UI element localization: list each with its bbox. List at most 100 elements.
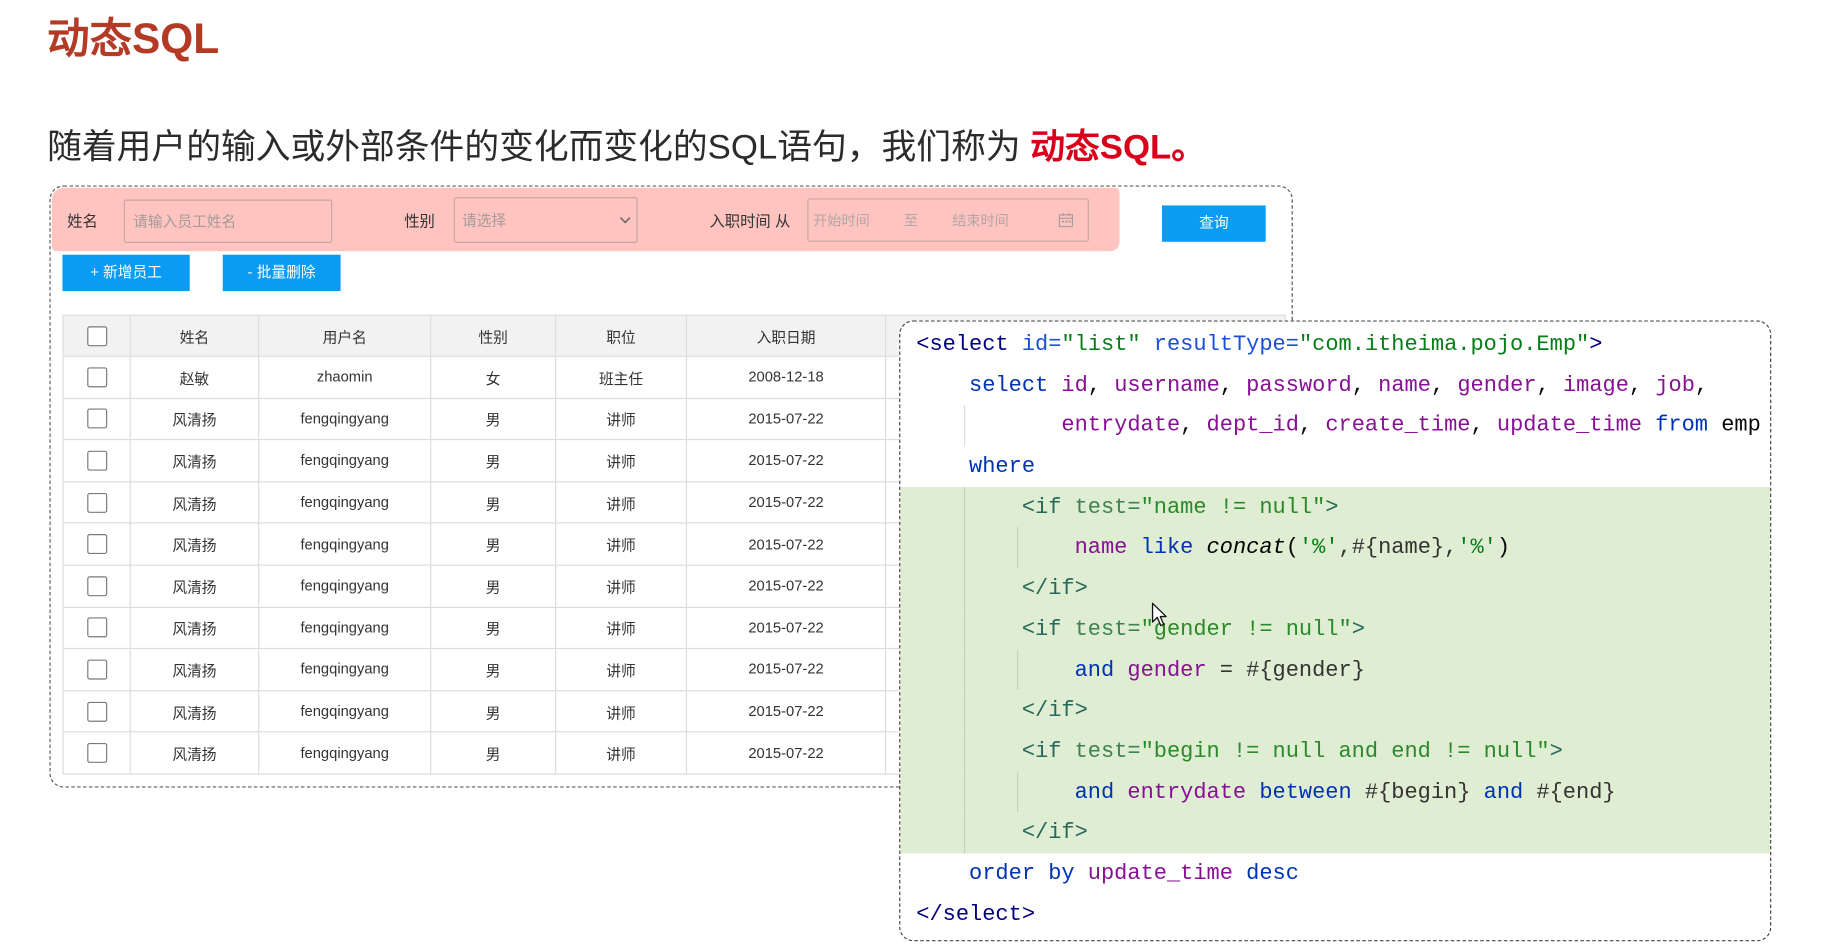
row-checkbox-cell [62, 648, 131, 692]
cell-name: 风清扬 [129, 689, 260, 733]
row-checkbox-cell [62, 564, 131, 608]
cell-name: 风清扬 [129, 522, 260, 566]
code-line: </if> [900, 690, 1771, 732]
header-job[interactable]: 职位 [555, 314, 688, 357]
gender-select[interactable]: 请选择 [453, 197, 638, 243]
row-checkbox[interactable] [86, 617, 107, 638]
query-button[interactable]: 查询 [1161, 205, 1266, 242]
cell-name: 风清扬 [129, 480, 260, 524]
cell-username: fengqingyang [258, 564, 432, 608]
code-token: "name != null" [1140, 493, 1326, 520]
cell-gender: 男 [430, 689, 557, 733]
cell-entrydate: 2008-12-18 [685, 355, 887, 399]
page-subtitle: 随着用户的输入或外部条件的变化而变化的SQL语句，我们称为 动态SQL。 [47, 124, 1206, 171]
code-line: where [900, 446, 1770, 487]
code-token: desc [1232, 860, 1299, 887]
code-line: <select id="list" resultType="com.itheim… [900, 324, 1770, 365]
cell-username: fengqingyang [258, 648, 432, 692]
code-token: , [1536, 371, 1563, 398]
name-search-input[interactable] [123, 199, 333, 243]
cell-job: 讲师 [555, 648, 688, 692]
date-end-placeholder[interactable]: 结束时间 [952, 210, 1009, 231]
code-line: </if> [900, 812, 1771, 854]
code-token: = #{gender} [1206, 656, 1365, 683]
row-checkbox[interactable] [86, 450, 107, 471]
row-checkbox[interactable] [86, 576, 107, 596]
code-token: between [1246, 778, 1365, 805]
cell-name: 风清扬 [129, 731, 260, 775]
code-token: , [1298, 412, 1326, 439]
batch-delete-button[interactable]: - 批量删除 [222, 254, 341, 292]
indent-guide [963, 568, 965, 609]
entry-date-range-picker[interactable]: 开始时间 至 结束时间 [807, 198, 1089, 242]
code-line: order by update_time desc [900, 853, 1770, 894]
header-username[interactable]: 用户名 [258, 314, 432, 357]
code-token: id= [1008, 330, 1062, 357]
code-token: '%' [1457, 534, 1497, 561]
row-checkbox-cell [62, 355, 131, 399]
cell-job: 讲师 [555, 564, 688, 608]
code-token: "gender != null" [1140, 615, 1352, 642]
cell-name: 风清扬 [129, 564, 260, 608]
indent-guide [963, 608, 965, 650]
code-token: #{end} [1523, 778, 1616, 805]
select-all-checkbox[interactable] [86, 325, 107, 346]
cell-name: 风清扬 [129, 648, 260, 692]
row-checkbox[interactable] [86, 367, 107, 388]
date-start-placeholder[interactable]: 开始时间 [813, 210, 870, 231]
code-token: select [916, 371, 1062, 398]
calendar-icon[interactable] [1058, 212, 1074, 228]
indent-guide [963, 771, 965, 813]
code-token: > [1325, 493, 1339, 520]
code-token: </if> [916, 575, 1088, 602]
cell-job: 讲师 [555, 439, 688, 483]
code-token: , [1430, 371, 1458, 398]
code-line: <if test="gender != null"> [900, 608, 1771, 650]
code-token: name [916, 534, 1128, 561]
row-checkbox-cell [62, 439, 131, 483]
mybatis-xml-code-box: <select id="list" resultType="com.itheim… [899, 320, 1772, 942]
cell-name: 风清扬 [129, 397, 260, 441]
code-token: "com.itheima.pojo.Emp" [1298, 330, 1590, 357]
slide: 动态SQL 随着用户的输入或外部条件的变化而变化的SQL语句，我们称为 动态SQ… [0, 0, 1829, 946]
code-token: where [916, 453, 1036, 479]
chevron-down-icon [619, 217, 631, 224]
header-name[interactable]: 姓名 [129, 314, 260, 357]
code-token: , [1180, 412, 1207, 439]
row-checkbox-cell [62, 606, 131, 650]
row-checkbox-cell [62, 689, 131, 733]
cell-gender: 男 [430, 480, 557, 524]
gender-select-placeholder: 请选择 [461, 212, 507, 229]
row-checkbox-cell [62, 731, 131, 775]
code-token: <if [916, 493, 1062, 520]
row-checkbox[interactable] [86, 743, 107, 764]
row-checkbox[interactable] [86, 701, 107, 722]
cell-name: 风清扬 [129, 606, 260, 650]
code-line: and gender = #{gender} [900, 649, 1771, 691]
row-checkbox[interactable] [86, 408, 107, 429]
header-gender[interactable]: 性别 [430, 314, 557, 357]
header-checkbox-cell [62, 314, 131, 357]
entry-date-label: 入职时间 从 [709, 212, 791, 231]
code-token: <if [916, 615, 1062, 642]
code-token: username [1114, 371, 1220, 398]
cell-entrydate: 2015-07-22 [685, 648, 887, 692]
code-token: id [1061, 371, 1088, 398]
row-checkbox[interactable] [86, 659, 107, 680]
cell-username: fengqingyang [258, 731, 432, 775]
add-employee-button[interactable]: + 新增员工 [62, 254, 190, 292]
code-token: <if [916, 738, 1062, 764]
subtitle-highlight: 动态SQL。 [1030, 127, 1207, 167]
code-line: <if test="begin != null and end != null"… [900, 731, 1771, 772]
code-token: concat [1206, 534, 1286, 561]
code-token: name [1378, 371, 1431, 398]
indent-guide [1016, 771, 1018, 813]
row-checkbox[interactable] [86, 534, 107, 555]
header-entrydate[interactable]: 入职日期 [685, 314, 887, 357]
indent-guide [963, 690, 965, 732]
cell-gender: 男 [430, 397, 557, 441]
code-line: </select> [900, 894, 1770, 935]
cell-username: fengqingyang [258, 522, 432, 566]
row-checkbox[interactable] [86, 492, 107, 513]
cell-entrydate: 2015-07-22 [685, 439, 887, 483]
